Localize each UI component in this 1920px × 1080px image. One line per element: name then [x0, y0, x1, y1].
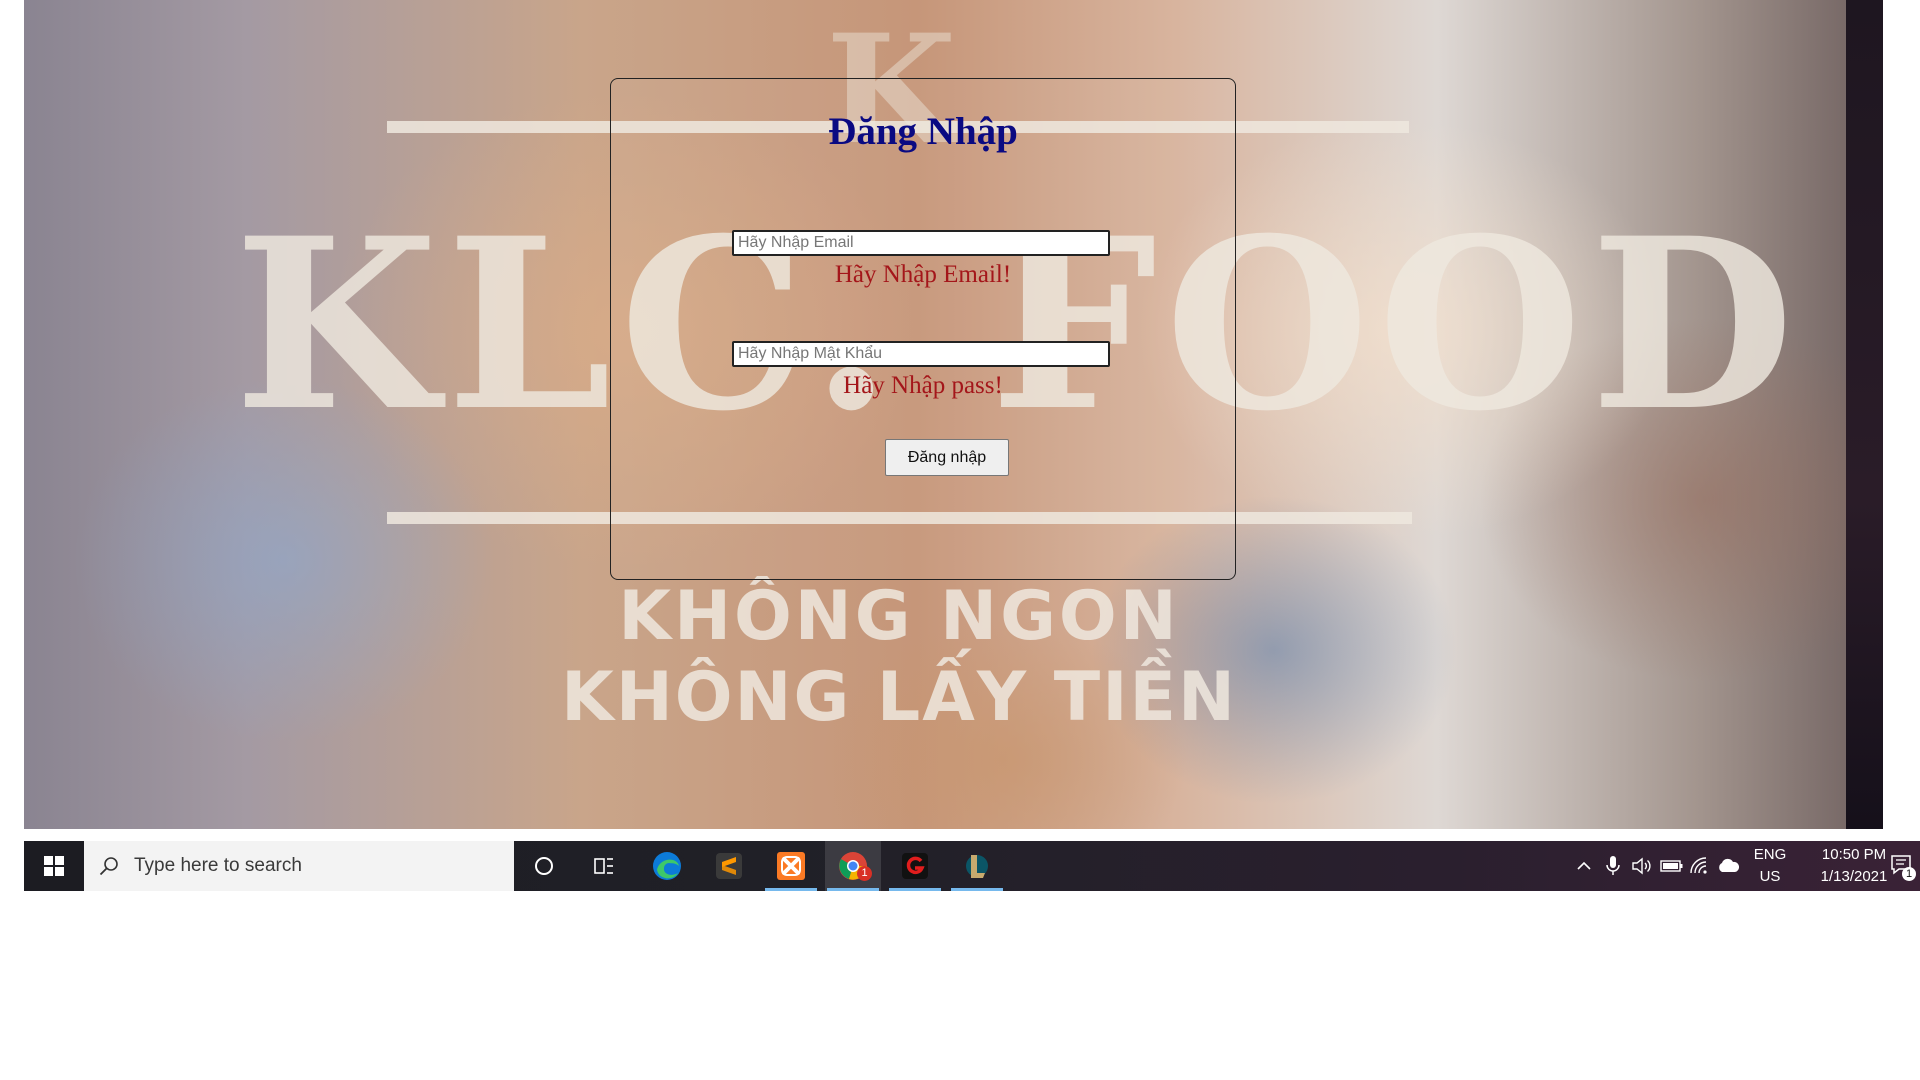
background-edge [1846, 0, 1883, 829]
taskbar-search-box[interactable]: Type here to search [84, 841, 514, 891]
cortana-button[interactable] [516, 841, 572, 891]
xampp-icon [777, 852, 805, 880]
slogan-line-2: KHÔNG LẤY TIỀN [561, 658, 1237, 737]
screen: K KLC. FOOD KHÔNG NGON KHÔNG LẤY TIỀN Đă… [0, 0, 1920, 1080]
page-viewport: K KLC. FOOD KHÔNG NGON KHÔNG LẤY TIỀN Đă… [24, 0, 1883, 829]
email-field[interactable] [732, 230, 1110, 256]
garena-icon [902, 853, 928, 879]
show-hidden-icons-button[interactable] [1572, 854, 1596, 878]
input-language-indicator[interactable]: ENG US [1748, 844, 1792, 888]
login-form: Đăng Nhập Hãy Nhập Email! Hãy Nhập pass!… [610, 78, 1236, 580]
password-field[interactable] [732, 341, 1110, 367]
active-indicator [951, 888, 1003, 891]
onedrive-tray-button[interactable] [1716, 854, 1740, 878]
taskbar-app-garena[interactable] [887, 841, 943, 891]
language-region: US [1759, 868, 1781, 885]
active-indicator [765, 888, 817, 891]
league-of-legends-icon [966, 855, 988, 878]
notification-badge: 1 [1902, 867, 1916, 881]
notification-count: 1 [1905, 868, 1913, 880]
start-button[interactable] [24, 841, 84, 891]
search-placeholder: Type here to search [134, 855, 302, 876]
microphone-tray-button[interactable] [1601, 854, 1625, 878]
sublime-text-icon [716, 853, 742, 879]
taskbar-app-xampp[interactable] [763, 841, 819, 891]
language-code: ENG [1753, 846, 1787, 863]
active-indicator [827, 888, 879, 891]
volume-icon [1632, 857, 1651, 875]
slogan-line-1: KHÔNG NGON [618, 577, 1180, 656]
wifi-icon [1690, 857, 1707, 874]
password-error-message: Hãy Nhập pass! [843, 372, 1003, 399]
chevron-up-icon [1577, 861, 1591, 870]
battery-tray-button[interactable] [1660, 854, 1684, 878]
taskbar-app-league-of-legends[interactable] [949, 841, 1005, 891]
network-tray-button[interactable] [1688, 854, 1712, 878]
chrome-badge-count: 1 [861, 867, 868, 879]
action-center-button[interactable]: 1 [1890, 854, 1916, 881]
windows-logo-icon [44, 856, 64, 876]
search-icon [99, 857, 118, 876]
taskbar-app-edge[interactable] [639, 841, 695, 891]
page-title: Đăng Nhập [828, 110, 1018, 153]
battery-icon [1660, 860, 1683, 872]
volume-tray-button[interactable] [1630, 854, 1654, 878]
microphone-icon [1606, 856, 1620, 875]
task-view-icon [594, 858, 613, 874]
cortana-icon [535, 857, 553, 875]
active-indicator [889, 888, 941, 891]
email-error-message: Hãy Nhập Email! [834, 261, 1012, 288]
taskbar: Type here to search 1 ENG US 10:50 PM 1/… [24, 841, 1920, 891]
chrome-badge: 1 [857, 866, 872, 881]
cloud-icon [1719, 858, 1740, 872]
task-view-button[interactable] [576, 841, 632, 891]
edge-icon [653, 852, 681, 880]
login-button[interactable]: Đăng nhập [885, 439, 1009, 476]
taskbar-app-chrome[interactable]: 1 [825, 841, 881, 891]
taskbar-app-sublime-text[interactable] [701, 841, 757, 891]
